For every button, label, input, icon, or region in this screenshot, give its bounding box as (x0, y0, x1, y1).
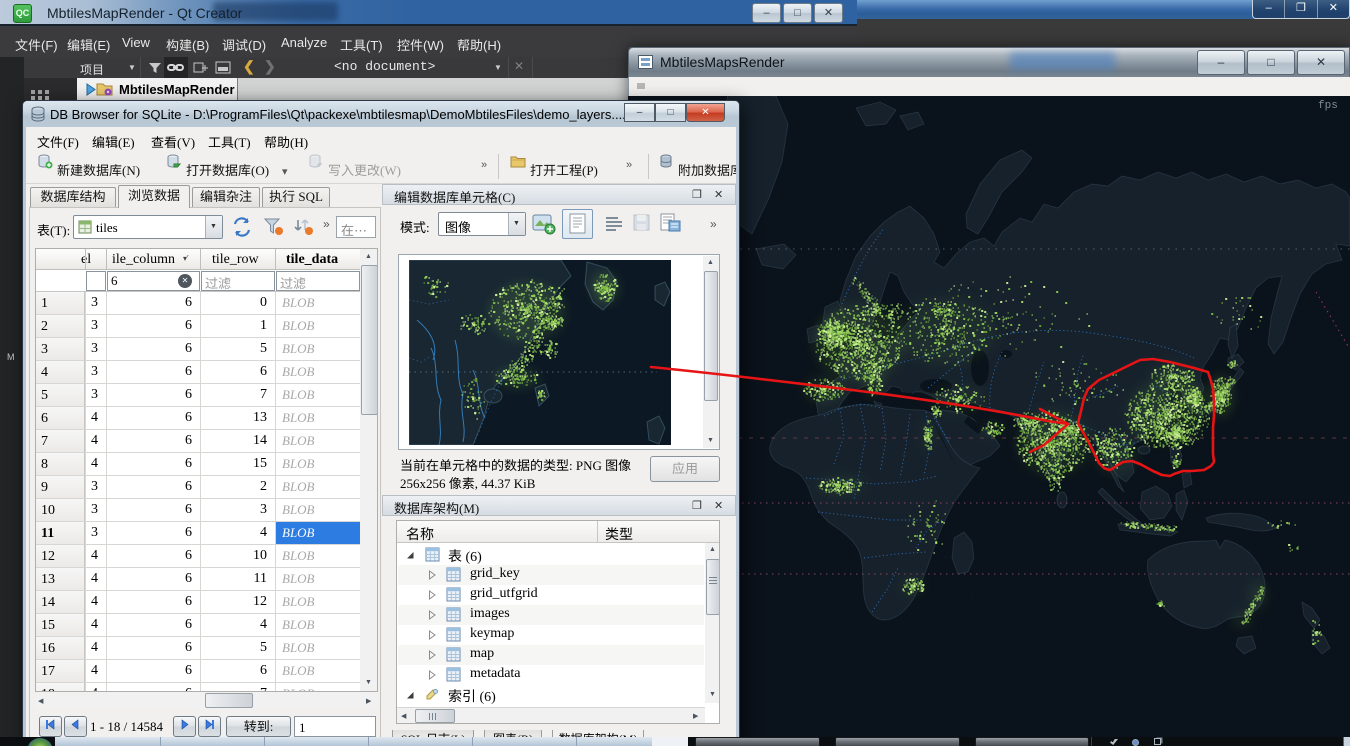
svg-text:fps: fps (1318, 100, 1338, 112)
